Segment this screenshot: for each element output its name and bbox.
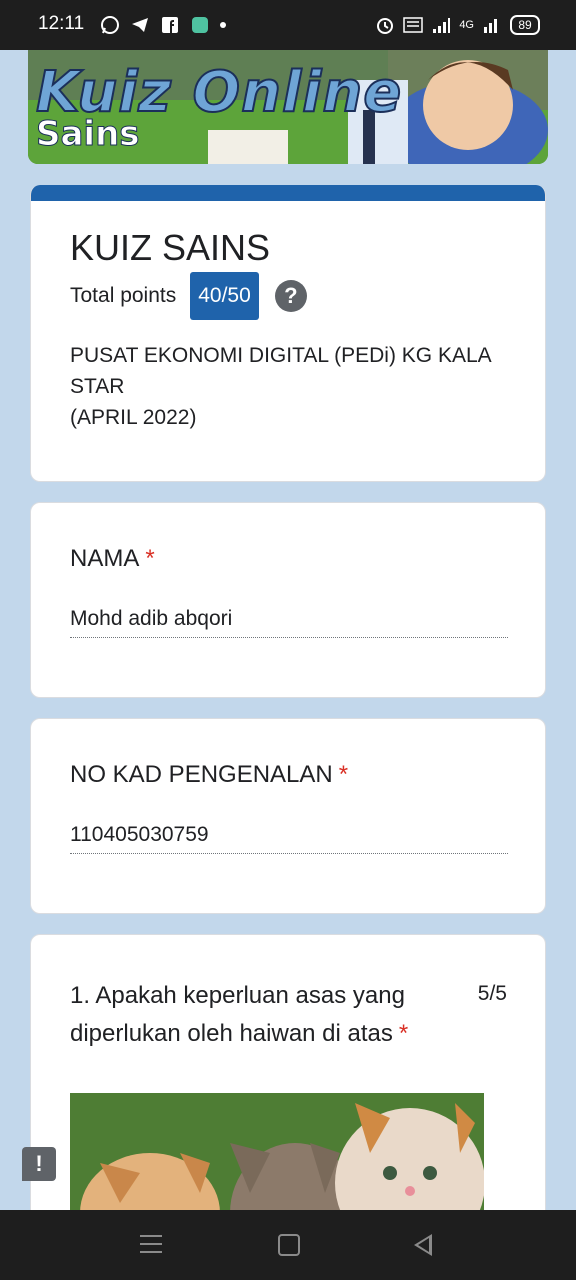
question-card-ic: NO KAD PENGENALAN * 110405030759 [30,718,546,914]
signal-4g-icon [484,19,497,33]
header-banner: Kuiz Online Sains [28,50,548,164]
question-card-1: 1. Apakah keperluan asas yang diperlukan… [30,934,546,1235]
help-icon[interactable]: ? [274,280,307,312]
form-header-card: KUIZ SAINS Total points 40/50 ? PUSAT EK… [30,185,546,482]
question-card-name: NAMA * Mohd adib abqori [30,502,546,698]
back-icon[interactable] [414,1234,432,1256]
answer-field-name: Mohd adib abqori [70,607,508,638]
question-text: 1. Apakah keperluan asas yang diperlukan… [70,982,405,1047]
signal-icon [433,18,451,33]
question-label: NAMA * [70,545,155,573]
form-accent-bar [31,185,545,201]
question-text: NO KAD PENGENALAN [70,761,333,788]
app-icon [192,17,208,33]
total-points-badge: 40/50 [190,272,259,320]
banner-subtitle: Sains [36,114,141,155]
required-marker: * [398,1020,409,1047]
question-label: 1. Apakah keperluan asas yang diperlukan… [70,977,450,1053]
notification-icons [100,13,226,37]
home-icon[interactable] [278,1234,300,1256]
battery-icon: 89 [510,15,540,35]
network-label: 4G [459,19,474,31]
report-feedback-icon[interactable]: ! [22,1147,56,1181]
facebook-icon [162,17,178,33]
form-title: KUIZ SAINS [70,227,271,268]
dot-icon [220,22,226,28]
required-marker: * [145,545,155,572]
whatsapp-icon [101,16,119,34]
total-points-label: Total points [70,284,177,307]
required-marker: * [338,761,349,788]
status-bar: 12:11 4G 89 [0,0,576,50]
form-description: PUSAT EKONOMI DIGITAL (PEDi) KG KALA STA… [70,344,491,429]
volte-icon [403,17,424,33]
question-text: NAMA [70,545,140,572]
recent-apps-icon[interactable] [140,1235,162,1255]
total-points-row: Total points 40/50 ? [70,271,307,321]
alarm-icon [377,18,394,34]
system-icons: 4G 89 [375,13,540,37]
answer-field-ic: 110405030759 [70,823,508,854]
question-label: NO KAD PENGENALAN * [70,761,348,789]
question-score: 5/5 [477,982,507,1005]
telegram-icon [132,18,148,32]
system-nav-bar [0,1210,576,1280]
status-time: 12:11 [38,13,85,34]
